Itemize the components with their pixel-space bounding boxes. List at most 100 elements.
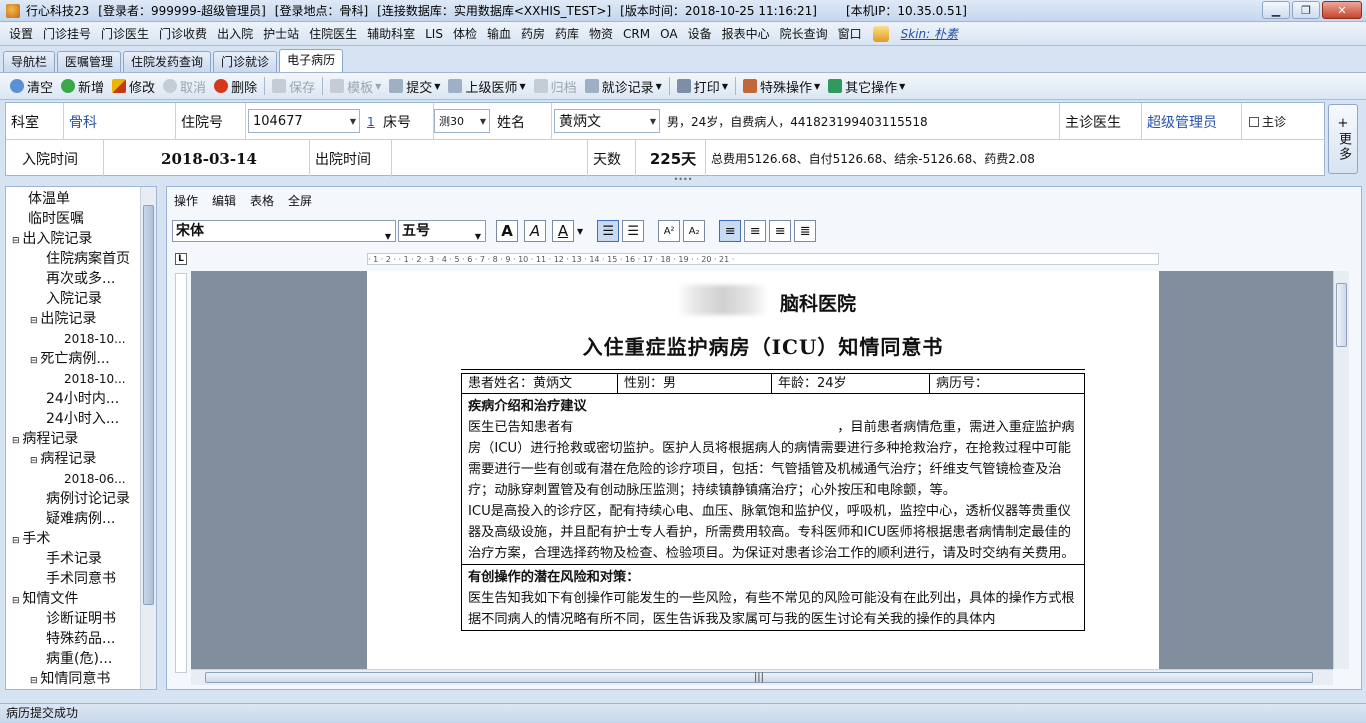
inpatient-no-combo[interactable]: 104677 ▼ (248, 109, 360, 133)
tab-navigation[interactable]: 导航栏 (3, 51, 56, 72)
archive-button[interactable]: 归档 (530, 75, 581, 97)
menu-item[interactable]: 护士站 (258, 23, 304, 45)
tree-item[interactable]: 诊断证明书 (46, 609, 116, 629)
section-disease[interactable]: 疾病介绍和治疗建议 医生已告知患者有 ，目前患者病情危重，需进入重症监护病房（I… (462, 394, 1084, 565)
tree-item[interactable]: 2018-06... (64, 469, 126, 489)
document-page[interactable]: 脑科医院 入住重症监护病房（ICU）知情同意书 患者姓名：黄炳文 性别：男 年龄… (367, 271, 1159, 669)
add-button[interactable]: 新增 (57, 75, 108, 97)
menu-item[interactable]: 药房 (516, 23, 550, 45)
tree-item[interactable]: 2018-10... (64, 369, 126, 389)
editor-menu-item[interactable]: 表格 (243, 191, 281, 211)
menu-item[interactable]: 物资 (584, 23, 618, 45)
align-center-icon[interactable]: ≡ (744, 220, 767, 242)
editor-vertical-scrollbar[interactable] (1333, 271, 1349, 669)
tree-item[interactable]: ⊟ 出院记录 (30, 309, 96, 329)
font-family-select[interactable]: 宋体 ▼ (172, 220, 396, 242)
subscript-icon[interactable]: A₂ (683, 220, 706, 242)
tree-item[interactable]: 临时医嘱 (28, 209, 84, 229)
skin-link[interactable]: Skin: 朴素 (901, 25, 958, 42)
horizontal-ruler[interactable]: · 1 · 2 · · 1 · 2 · 3 · 4 · 5 · 6 · 7 · … (367, 253, 1159, 265)
align-right-icon[interactable]: ≡ (769, 220, 792, 242)
name-combo[interactable]: 黄炳文 ▼ (554, 109, 660, 133)
editor-menu-item[interactable]: 操作 (167, 191, 205, 211)
tree-item[interactable]: 入院记录 (46, 289, 102, 309)
menu-item[interactable]: 门诊挂号 (38, 23, 96, 45)
maximize-button[interactable]: ❐ (1292, 1, 1320, 19)
submit-button[interactable]: 提交 ▼ (385, 75, 444, 97)
menu-item[interactable]: 报表中心 (717, 23, 775, 45)
clear-button[interactable]: 清空 (6, 75, 57, 97)
record-no-cell[interactable]: 病历号： (930, 374, 1084, 393)
close-button[interactable]: ✕ (1322, 1, 1362, 19)
tree-item[interactable]: ⊟ 知情同意书 (30, 669, 110, 689)
bold-button[interactable]: A (496, 220, 518, 242)
font-size-select[interactable]: 五号 ▼ (398, 220, 486, 242)
align-justify-icon[interactable]: ≣ (794, 220, 817, 242)
menu-item[interactable]: 门诊收费 (154, 23, 212, 45)
editor-menu-item[interactable]: 全屏 (281, 191, 319, 211)
template-button[interactable]: 模板 ▼ (326, 75, 385, 97)
menu-item[interactable]: 窗口 (833, 23, 867, 45)
menu-item[interactable]: 体检 (448, 23, 482, 45)
tree-item[interactable]: 再次或多... (46, 269, 115, 289)
menu-item[interactable]: 院长查询 (775, 23, 833, 45)
doctor-value[interactable]: 超级管理员 (1142, 103, 1242, 140)
superior-doctor-button[interactable]: 上级医师 ▼ (444, 75, 529, 97)
editor-horizontal-scrollbar[interactable]: ||| (191, 669, 1333, 685)
align-left-icon[interactable]: ≡ (719, 220, 742, 242)
italic-button[interactable]: A (524, 220, 546, 242)
superscript-icon[interactable]: A² (658, 220, 681, 242)
menu-item[interactable]: LIS (420, 23, 448, 45)
bed-combo[interactable]: 测30 ▼ (434, 109, 490, 133)
splitter[interactable]: •••• (0, 176, 1366, 184)
scroll-thumb[interactable]: ||| (205, 672, 1313, 683)
tree-item[interactable]: ⊟ 病程记录 (30, 449, 96, 469)
edit-button[interactable]: 修改 (108, 75, 159, 97)
favorite-icon[interactable] (872, 25, 889, 42)
tab-orders[interactable]: 医嘱管理 (57, 51, 122, 72)
special-ops-button[interactable]: 特殊操作 ▼ (739, 75, 824, 97)
main-checkbox[interactable]: 主诊 (1244, 103, 1324, 140)
tree-item[interactable]: ⊟ 知情文件 (12, 589, 78, 609)
minimize-button[interactable]: ▁ (1262, 1, 1290, 19)
menu-item[interactable]: 药库 (550, 23, 584, 45)
menu-item[interactable]: 设备 (683, 23, 717, 45)
tree-item[interactable]: 24小时内... (46, 389, 119, 409)
tree-item[interactable]: ⊟ 死亡病例... (30, 349, 110, 369)
tree-item[interactable]: 手术记录 (46, 549, 102, 569)
menu-item[interactable]: 辅助科室 (362, 23, 420, 45)
tree-item[interactable]: 24小时入... (46, 409, 119, 429)
underline-dropdown-icon[interactable]: ▼ (577, 227, 583, 236)
tree-item[interactable]: ⊟ 出入院记录 (12, 229, 92, 249)
tree-item[interactable]: 特殊药品... (46, 629, 115, 649)
tree-item[interactable]: ⊟ 病程记录 (12, 429, 78, 449)
section-risks[interactable]: 有创操作的潜在风险和对策： 医生告知我如下有创操作可能发生的一些风险，有些不常见… (462, 565, 1084, 630)
sex-cell[interactable]: 性别：男 (618, 374, 772, 393)
tree-item[interactable]: 体温单 (28, 189, 70, 209)
dept-value[interactable]: 骨科 (64, 103, 176, 140)
menu-item[interactable]: 输血 (482, 23, 516, 45)
editor-menu-item[interactable]: 编辑 (205, 191, 243, 211)
more-button[interactable]: + 更多 (1328, 104, 1358, 174)
tree-scrollbar[interactable] (140, 187, 156, 689)
tree-item[interactable]: 病重(危)... (46, 649, 112, 669)
menu-item[interactable]: OA (655, 23, 682, 45)
other-ops-button[interactable]: 其它操作 ▼ (824, 75, 909, 97)
menu-item[interactable]: 出入院 (212, 23, 258, 45)
menu-item[interactable]: CRM (618, 23, 655, 45)
tab-dispense-query[interactable]: 住院发药查询 (123, 51, 212, 72)
age-cell[interactable]: 年龄：24岁 (772, 374, 930, 393)
tree-item[interactable]: 住院病案首页 (46, 249, 130, 269)
delete-button[interactable]: 删除 (210, 75, 261, 97)
tab-stop-icon[interactable]: L (175, 253, 187, 265)
tree-item[interactable]: 病例讨论记录 (46, 489, 130, 509)
print-button[interactable]: 打印 ▼ (673, 75, 732, 97)
tree-item[interactable]: ⊟ 手术 (12, 529, 50, 549)
tab-emr[interactable]: 电子病历 (279, 49, 344, 72)
menu-item[interactable]: 住院医生 (304, 23, 362, 45)
cancel-button[interactable]: 取消 (159, 75, 210, 97)
underline-button[interactable]: A (552, 220, 574, 242)
line-spacing-icon[interactable]: ☰ (597, 220, 620, 242)
tab-outpatient[interactable]: 门诊就诊 (213, 51, 278, 72)
tree-item[interactable]: 2018-10... (64, 329, 126, 349)
